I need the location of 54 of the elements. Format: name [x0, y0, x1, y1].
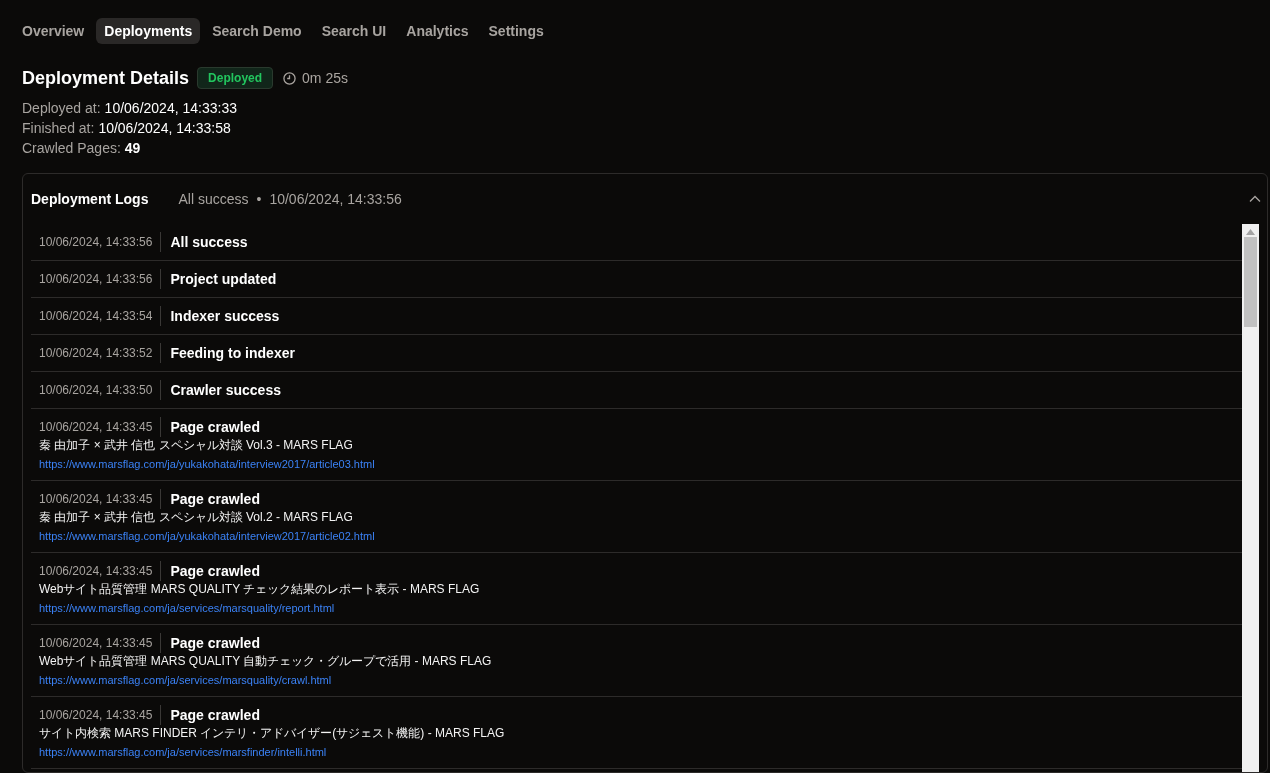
page-title-text: サイト内検索 MARS FINDER インテリ・アドバイザー(サジェスト機能) - MARS FLAG: [39, 725, 506, 742]
log-summary-time: 10/06/2024, 14:33:56: [269, 191, 402, 207]
page-url-link[interactable]: https://www.marsflag.com/ja/services/marsquality/crawl.html: [39, 672, 332, 688]
field-label: Deployed at:: [22, 99, 101, 117]
log-event: Page crawled: [170, 635, 260, 651]
log-time: 10/06/2024, 14:33:50: [39, 380, 162, 400]
page-url-link[interactable]: https://www.marsflag.com/ja/yukakohata/interview2017/article02.html: [39, 528, 375, 544]
page-title-text: Webサイト品質管理 MARS QUALITY チェック結果のレポート表示 - MARS FLAG: [39, 581, 481, 598]
field-value: 10/06/2024, 14:33:58: [98, 119, 231, 137]
nav-tab[interactable]: Settings: [480, 18, 552, 44]
field-value: 10/06/2024, 14:33:33: [104, 99, 237, 117]
log-time: 10/06/2024, 14:33:52: [39, 343, 162, 363]
nav-tab[interactable]: Deployments: [96, 18, 201, 44]
log-event: Crawler success: [170, 382, 281, 398]
log-event: Indexer success: [170, 308, 280, 324]
nav-tab[interactable]: Overview: [14, 18, 93, 44]
clock-icon: [283, 71, 297, 85]
panel-title: Deployment Logs: [31, 191, 149, 207]
status-badge: Deployed: [197, 67, 274, 89]
page-title-text: 秦 由加子 × 武井 信也 スペシャル対談 Vol.3 - MARS FLAG: [39, 437, 354, 454]
log-time: 10/06/2024, 14:33:45: [39, 489, 162, 509]
nav-tab[interactable]: Analytics: [398, 18, 477, 44]
nav-tab[interactable]: Search Demo: [204, 18, 310, 44]
nav-tab[interactable]: Search UI: [313, 18, 395, 44]
page-url-link[interactable]: https://www.marsflag.com/ja/services/marsfinder/intelli.html: [39, 744, 327, 760]
page-url-link[interactable]: https://www.marsflag.com/ja/services/marsquality/report.html: [39, 600, 335, 616]
collapse-chevron-icon[interactable]: [1249, 195, 1261, 203]
scrollbar[interactable]: [1242, 224, 1259, 772]
log-summary: All success: [178, 191, 249, 207]
log-time: 10/06/2024, 14:33:56: [39, 232, 162, 252]
log-event: Page crawled: [170, 419, 260, 435]
log-time: 10/06/2024, 14:33:45: [39, 417, 162, 437]
log-time: 10/06/2024, 14:33:56: [39, 269, 162, 289]
log-event: Page crawled: [170, 563, 260, 579]
page-title-text: 秦 由加子 × 武井 信也 スペシャル対談 Vol.2 - MARS FLAG: [39, 509, 354, 526]
log-event: Project updated: [170, 271, 277, 287]
page-title-text: Webサイト品質管理 MARS QUALITY 自動チェック・グループで活用 - MARS FLAG: [39, 653, 493, 670]
page-title: Deployment Details: [22, 67, 190, 89]
log-event: Page crawled: [170, 707, 260, 723]
scroll-up-arrow-icon[interactable]: [1246, 229, 1255, 235]
log-event: Feeding to indexer: [170, 345, 295, 361]
field-label: Crawled Pages:: [22, 139, 121, 157]
log-time: 10/06/2024, 14:33:45: [39, 561, 162, 581]
separator-dot: •: [256, 191, 262, 207]
field-label: Finished at:: [22, 119, 95, 137]
field-value: 49: [124, 139, 141, 157]
duration-text: 0m 25s: [302, 70, 348, 86]
scroll-thumb[interactable]: [1244, 237, 1257, 327]
log-event: Page crawled: [170, 491, 260, 507]
log-time: 10/06/2024, 14:33:45: [39, 633, 162, 653]
page-url-link[interactable]: https://www.marsflag.com/ja/yukakohata/interview2017/article03.html: [39, 456, 375, 472]
log-time: 10/06/2024, 14:33:54: [39, 306, 162, 326]
log-time: 10/06/2024, 14:33:45: [39, 705, 162, 725]
log-event: All success: [170, 234, 248, 250]
